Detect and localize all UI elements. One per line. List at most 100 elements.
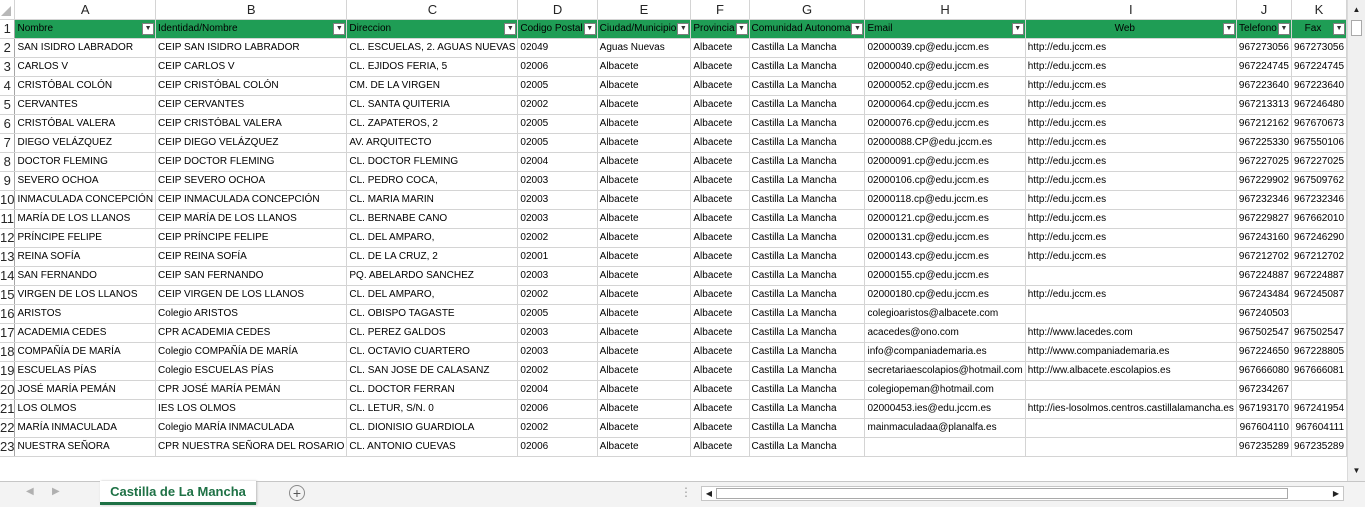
cell[interactable]: 02000040.cp@edu.jccm.es — [864, 57, 1026, 77]
spreadsheet-grid[interactable]: ABCDEFGHIJKLMNO 1Nombre▼Identidad/Nombre… — [0, 0, 1347, 481]
column-header[interactable]: J — [1236, 0, 1292, 20]
select-all-corner[interactable] — [0, 0, 16, 20]
cell[interactable]: http://edu.jccm.es — [1025, 190, 1237, 210]
cell[interactable]: CL. OCTAVIO CUARTERO — [346, 342, 519, 362]
cell[interactable]: DIEGO VELÁZQUEZ — [14, 133, 157, 153]
cell[interactable]: Castilla La Mancha — [749, 95, 866, 115]
cell[interactable]: http://edu.jccm.es — [1025, 171, 1237, 191]
header-cell[interactable]: Web ▼ — [1025, 19, 1237, 39]
cell[interactable] — [1025, 418, 1237, 438]
cell[interactable]: CL. PEDRO COCA, — [346, 171, 519, 191]
cell[interactable]: Castilla La Mancha — [749, 437, 866, 457]
cell[interactable]: 02002 — [517, 361, 598, 381]
cell[interactable]: Albacete — [597, 171, 692, 191]
cell[interactable]: 02000131.cp@edu.jccm.es — [864, 228, 1026, 248]
cell[interactable]: 02004 — [517, 152, 598, 172]
row-number[interactable]: 7 — [0, 133, 16, 153]
header-cell[interactable]: Comunidad Autonoma ▼ — [749, 19, 866, 39]
row-number[interactable]: 10 — [0, 190, 16, 210]
cell[interactable]: CL. DOCTOR FERRAN — [346, 380, 519, 400]
sheet-tab-active[interactable]: Castilla de La Mancha — [100, 481, 256, 505]
cell[interactable]: 02006 — [517, 437, 598, 457]
cell[interactable]: CERVANTES — [14, 95, 157, 115]
scroll-left-icon[interactable]: ◀ — [702, 487, 716, 500]
cell[interactable]: CL. PEREZ GALDOS — [346, 323, 519, 343]
cell[interactable]: Albacete — [690, 342, 750, 362]
cell[interactable]: http://edu.jccm.es — [1025, 38, 1237, 58]
cell[interactable] — [1025, 380, 1237, 400]
cell[interactable]: CRISTÓBAL COLÓN — [14, 76, 157, 96]
cell[interactable]: 02000143.cp@edu.jccm.es — [864, 247, 1026, 267]
cell[interactable]: 02000052.cp@edu.jccm.es — [864, 76, 1026, 96]
cell[interactable]: Castilla La Mancha — [749, 304, 866, 324]
cell[interactable]: CARLOS V — [14, 57, 157, 77]
cell[interactable]: colegiopeman@hotmail.com — [864, 380, 1026, 400]
cell[interactable]: Albacete — [597, 228, 692, 248]
cell[interactable]: Castilla La Mancha — [749, 418, 866, 438]
cell[interactable]: MARÍA DE LOS LLANOS — [14, 209, 157, 229]
cell[interactable]: CEIP SAN ISIDRO LABRADOR — [155, 38, 348, 58]
cell[interactable]: acacedes@ono.com — [864, 323, 1026, 343]
cell[interactable]: 967224650 — [1236, 342, 1292, 362]
column-header[interactable]: I — [1025, 0, 1237, 20]
cell[interactable]: secretariaescolapios@hotmail.com — [864, 361, 1026, 381]
cell[interactable]: INMACULADA CONCEPCIÓN — [14, 190, 157, 210]
cell[interactable]: 02000155.cp@edu.jccm.es — [864, 266, 1026, 286]
cell[interactable]: 02006 — [517, 399, 598, 419]
header-cell[interactable]: Fax ▼ — [1291, 19, 1347, 39]
cell[interactable]: 967235289 — [1236, 437, 1292, 457]
cell[interactable]: Albacete — [690, 95, 750, 115]
cell[interactable]: CL. SANTA QUITERIA — [346, 95, 519, 115]
cell[interactable]: 967228805 — [1291, 342, 1347, 362]
cell[interactable]: http://edu.jccm.es — [1025, 228, 1237, 248]
cell[interactable]: 967662010 — [1291, 209, 1347, 229]
row-number[interactable]: 19 — [0, 361, 16, 381]
cell[interactable]: colegioaristos@albacete.com — [864, 304, 1026, 324]
cell[interactable]: 967229902 — [1236, 171, 1292, 191]
cell[interactable]: 02000121.cp@edu.jccm.es — [864, 209, 1026, 229]
column-header[interactable]: K — [1291, 0, 1347, 20]
row-number[interactable]: 9 — [0, 171, 16, 191]
cell[interactable]: LOS OLMOS — [14, 399, 157, 419]
row-number[interactable]: 14 — [0, 266, 16, 286]
cell[interactable]: http://edu.jccm.es — [1025, 57, 1237, 77]
column-header[interactable]: G — [749, 0, 866, 20]
cell[interactable]: CEIP INMACULADA CONCEPCIÓN — [155, 190, 348, 210]
cell[interactable]: 02003 — [517, 209, 598, 229]
cell[interactable] — [1025, 304, 1237, 324]
cell[interactable] — [1291, 304, 1347, 324]
cell[interactable]: IES LOS OLMOS — [155, 399, 348, 419]
cell[interactable]: Albacete — [690, 437, 750, 457]
cell[interactable]: http://edu.jccm.es — [1025, 133, 1237, 153]
column-header[interactable]: F — [690, 0, 750, 20]
cell[interactable]: CL. SAN JOSE DE CALASANZ — [346, 361, 519, 381]
cell[interactable]: CRISTÓBAL VALERA — [14, 114, 157, 134]
cell[interactable]: mainmaculadaa@planalfa.es — [864, 418, 1026, 438]
cell[interactable]: CPR ACADEMIA CEDES — [155, 323, 348, 343]
cell[interactable]: 967224745 — [1291, 57, 1347, 77]
cell[interactable]: 967241954 — [1291, 399, 1347, 419]
header-cell[interactable]: Direccion ▼ — [346, 19, 519, 39]
filter-dropdown-icon[interactable]: ▼ — [1333, 22, 1346, 35]
row-number[interactable]: 6 — [0, 114, 16, 134]
cell[interactable]: 967213313 — [1236, 95, 1292, 115]
horizontal-scrollbar[interactable]: ◀ ▶ — [701, 486, 1344, 501]
cell[interactable]: Castilla La Mancha — [749, 323, 866, 343]
cell[interactable]: 967224745 — [1236, 57, 1292, 77]
cell[interactable]: Castilla La Mancha — [749, 342, 866, 362]
cell[interactable]: Castilla La Mancha — [749, 209, 866, 229]
cell[interactable]: 967670673 — [1291, 114, 1347, 134]
filter-dropdown-icon[interactable]: ▼ — [1011, 22, 1024, 35]
column-header[interactable]: H — [864, 0, 1026, 20]
cell[interactable]: Albacete — [597, 285, 692, 305]
cell[interactable]: Albacete — [690, 228, 750, 248]
cell[interactable]: CL. DEL AMPARO, — [346, 228, 519, 248]
cell[interactable]: CEIP DIEGO VELÁZQUEZ — [155, 133, 348, 153]
cell[interactable]: 967550106 — [1291, 133, 1347, 153]
cell[interactable]: 967232346 — [1291, 190, 1347, 210]
cell[interactable]: Albacete — [690, 399, 750, 419]
header-cell[interactable]: Telefono ▼ — [1236, 19, 1292, 39]
cell[interactable]: 967240503 — [1236, 304, 1292, 324]
cell[interactable]: 02002 — [517, 95, 598, 115]
cell[interactable]: 967223640 — [1236, 76, 1292, 96]
